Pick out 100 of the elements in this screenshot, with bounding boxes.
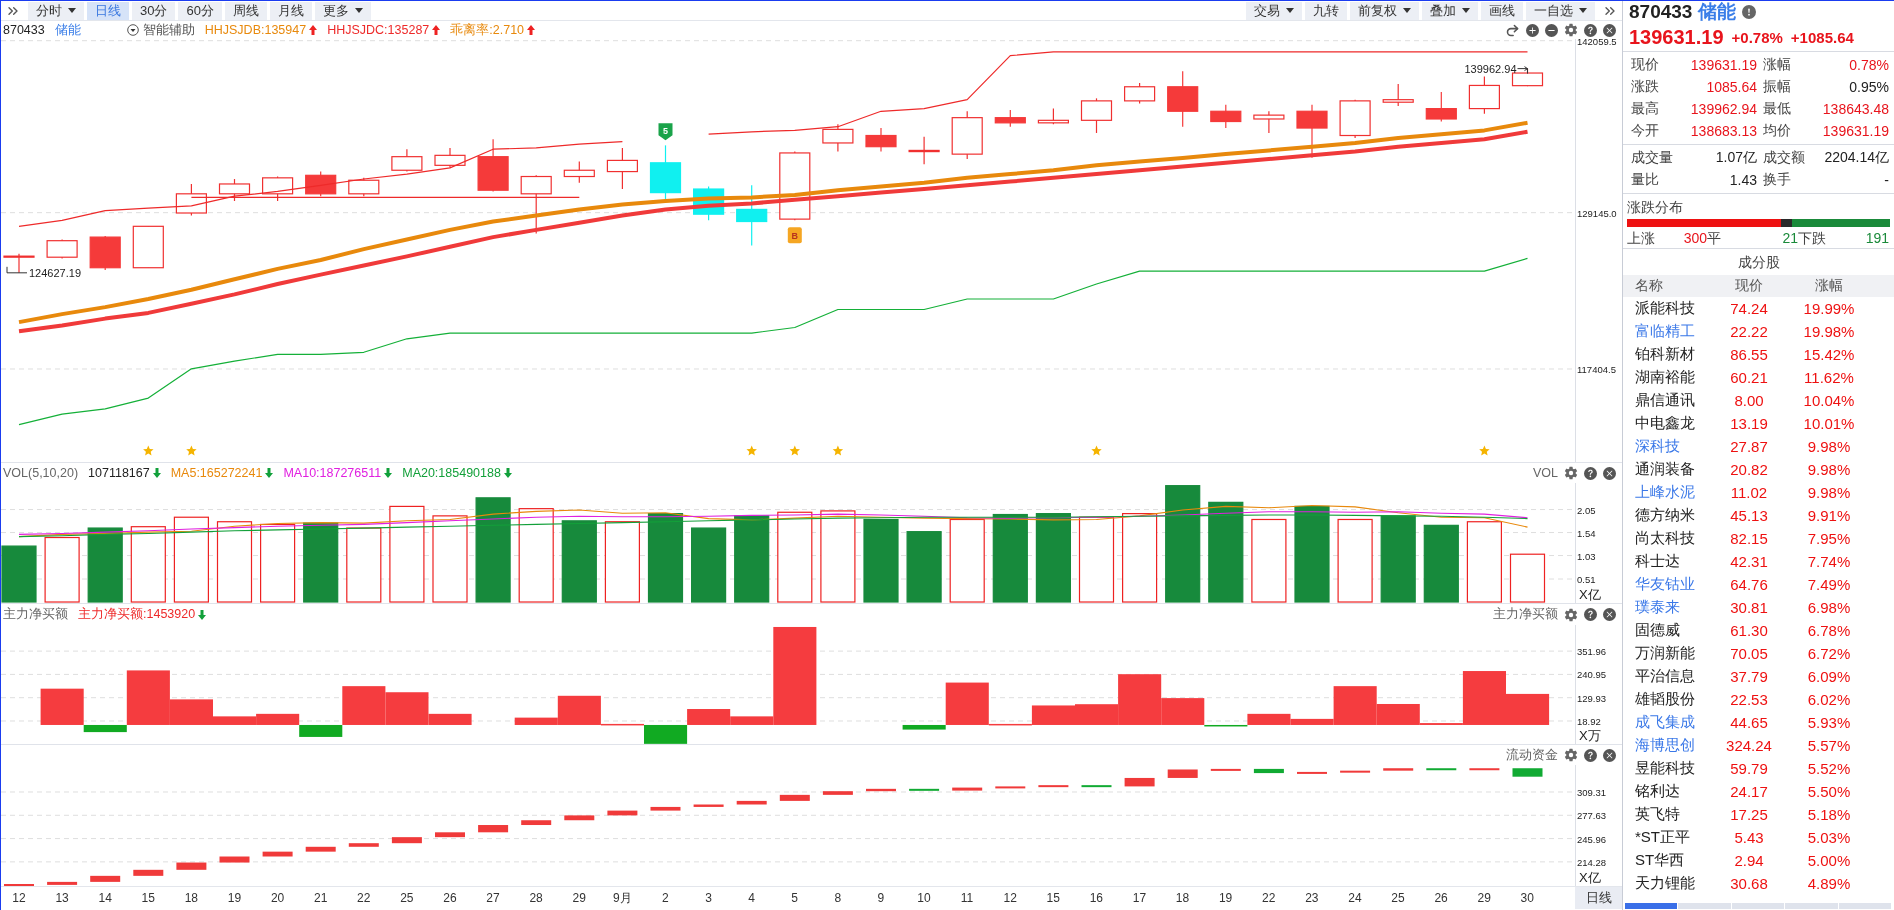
toolbar-button[interactable]: 九转 [1305, 1, 1347, 20]
stock-name[interactable]: 中电鑫龙 [1635, 414, 1714, 433]
help-icon[interactable] [1584, 23, 1597, 37]
date-label: 29 [1476, 890, 1492, 907]
stock-change: 6.98% [1806, 599, 1852, 616]
stock-change: 9.98% [1806, 438, 1852, 455]
stock-name[interactable]: 德方纳米 [1635, 506, 1714, 525]
date-label: 28 [528, 890, 544, 907]
date-label: 27 [485, 890, 501, 907]
date-label: 16 [1088, 890, 1104, 907]
volume-bar [1509, 553, 1546, 603]
leader-line [6, 266, 28, 274]
stock-name[interactable]: 英飞特 [1635, 805, 1714, 824]
stock-price: 44.65 [1729, 714, 1769, 731]
flow-bar [1081, 785, 1112, 788]
stock-name[interactable]: ST华西 [1635, 851, 1714, 870]
close-icon[interactable] [1603, 23, 1616, 37]
toolbar-button[interactable]: 一自选 [1526, 1, 1595, 20]
date-label: 22 [356, 890, 372, 907]
stat-value: 138643.48 [1821, 101, 1889, 117]
current-price: 139631.19 [1629, 25, 1724, 49]
stock-name[interactable]: 鼎信通讯 [1635, 391, 1714, 410]
stock-name[interactable]: 璞泰来 [1635, 598, 1714, 617]
stat-label: 今开 [1631, 122, 1660, 140]
legend-value: MA20:185490188 [402, 466, 501, 480]
axis-unit-label: X亿 [1579, 870, 1601, 885]
stock-name[interactable]: *ST正平 [1635, 828, 1714, 847]
toolbar-button[interactable]: 交易 [1246, 1, 1302, 20]
stat-value: 139631.19 [1821, 123, 1889, 139]
column-header: 涨幅 [1814, 277, 1844, 295]
date-label: 29 [571, 890, 587, 907]
help-icon[interactable] [1584, 748, 1597, 762]
period-tab[interactable]: 月线 [269, 1, 312, 20]
toolbar-button[interactable]: 叠加 [1422, 1, 1478, 20]
period-tab[interactable]: 更多 [314, 1, 371, 20]
stock-price: 59.79 [1729, 760, 1769, 777]
stock-name: 储能 [1698, 1, 1737, 24]
stock-price: 24.17 [1729, 783, 1769, 800]
close-icon[interactable] [1603, 466, 1616, 480]
stock-name[interactable]: 固德威 [1635, 621, 1714, 640]
flow-bar [1210, 768, 1241, 771]
period-tab[interactable]: 60分 [178, 1, 222, 20]
settings-icon[interactable] [1564, 466, 1578, 480]
stat-label: 现价 [1631, 56, 1660, 74]
toolbar-button[interactable]: 画线 [1481, 1, 1523, 20]
stock-change: 6.72% [1806, 645, 1852, 662]
period-tab[interactable]: 周线 [224, 1, 267, 20]
change-percent: +0.78% [1731, 28, 1783, 46]
info-icon[interactable] [1742, 5, 1757, 19]
flow-bar [1469, 768, 1500, 771]
stock-name[interactable]: 天力锂能 [1635, 874, 1714, 893]
stock-name[interactable]: 富临精工 [1635, 322, 1714, 341]
close-icon[interactable] [1603, 748, 1616, 762]
star-icon [746, 445, 757, 456]
stock-name[interactable]: 雄韬股份 [1635, 690, 1714, 709]
axis-label: 18.92 [1577, 716, 1601, 727]
stock-change: 5.50% [1806, 783, 1852, 800]
caret-icon [1286, 8, 1294, 13]
legend-value: 107118167 [88, 466, 150, 480]
stock-name[interactable]: 成飞集成 [1635, 713, 1714, 732]
redo-icon[interactable] [1505, 22, 1520, 38]
period-tab[interactable]: 分时 [28, 1, 84, 20]
stock-name[interactable]: 铭利达 [1635, 782, 1714, 801]
flow-bar [736, 800, 767, 805]
settings-icon[interactable] [1564, 607, 1578, 622]
date-label: 25 [399, 890, 415, 907]
stock-name[interactable]: 海博思创 [1635, 736, 1714, 755]
period-tab[interactable]: 30分 [132, 1, 176, 20]
star-icon [832, 445, 844, 456]
stock-price: 27.87 [1729, 438, 1769, 455]
stock-name[interactable]: 科士达 [1635, 552, 1714, 571]
stock-name[interactable]: 昱能科技 [1635, 759, 1714, 778]
stock-name[interactable]: 万润新能 [1635, 644, 1714, 663]
flow-bar [1124, 777, 1155, 787]
stock-price: 60.21 [1729, 369, 1769, 386]
assist-dropdown[interactable]: 智能辅助 [126, 21, 195, 39]
stock-name[interactable]: 通润装备 [1635, 460, 1714, 479]
stock-name[interactable]: 平治信息 [1635, 667, 1714, 686]
help-icon[interactable] [1584, 466, 1597, 480]
legend-value: 主力净买额:1453920 [78, 606, 196, 623]
stock-name[interactable]: 派能科技 [1635, 299, 1714, 318]
stock-code: 870433 [3, 23, 45, 37]
settings-icon[interactable] [1564, 748, 1578, 762]
flow-bar [478, 825, 509, 833]
stock-name[interactable]: 尚太科技 [1635, 529, 1714, 548]
help-icon[interactable] [1584, 608, 1597, 621]
stock-name[interactable]: 上峰水泥 [1635, 483, 1714, 502]
stock-name[interactable]: 铂科新材 [1635, 345, 1714, 364]
date-label: 8 [833, 890, 843, 907]
close-icon[interactable] [1603, 608, 1616, 621]
axis-label: 309.31 [1577, 787, 1607, 798]
stock-name[interactable]: 深科技 [1635, 437, 1714, 456]
zoom-out-icon[interactable] [1545, 23, 1558, 37]
toolbar-button[interactable]: 前复权 [1350, 1, 1419, 20]
settings-icon[interactable] [1564, 23, 1578, 37]
zoom-in-icon[interactable] [1526, 23, 1539, 37]
stock-change: 7.49% [1806, 576, 1852, 593]
stock-change: 6.78% [1806, 622, 1852, 639]
stock-name[interactable]: 华友钴业 [1635, 575, 1714, 594]
stock-name[interactable]: 湖南裕能 [1635, 368, 1714, 387]
